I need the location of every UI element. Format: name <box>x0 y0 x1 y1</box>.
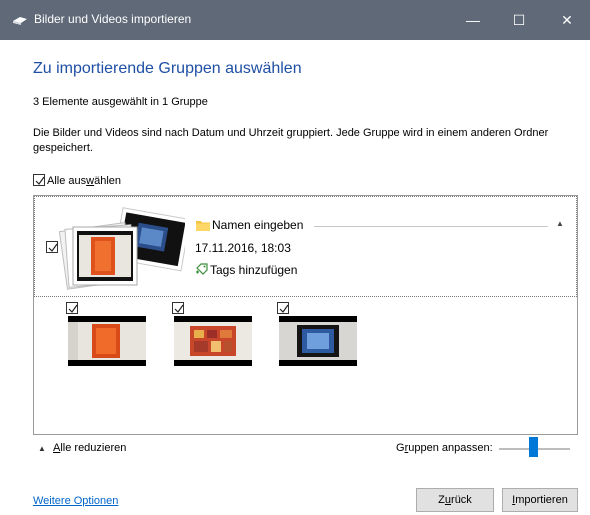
adjust-groups-label: Gruppen anpassen: <box>396 442 493 454</box>
checkmark-icon <box>68 304 78 313</box>
collapse-group-icon[interactable]: ▲ <box>556 219 564 228</box>
minimize-icon: — <box>466 12 480 28</box>
group-date: 17.11.2016, 18:03 <box>195 241 291 255</box>
group-thumbnail-stack[interactable] <box>55 205 185 295</box>
description-text: Die Bilder und Videos sind nach Datum un… <box>33 127 549 154</box>
add-tags-link[interactable]: Tags hinzufügen <box>210 263 297 277</box>
select-all-checkbox[interactable] <box>33 174 45 186</box>
import-button[interactable]: Importieren <box>502 488 578 512</box>
checkmark-icon <box>35 176 45 185</box>
select-all-label[interactable]: Alle auswählen <box>47 175 121 187</box>
page-title: Zu importierende Gruppen auswählen <box>33 60 302 77</box>
window-title: Bilder und Videos importieren <box>34 12 192 26</box>
patterned-art-thumbnail <box>174 322 252 360</box>
close-button[interactable]: ✕ <box>544 0 590 40</box>
orange-art-thumbnail <box>68 322 146 360</box>
blue-screen-thumbnail <box>279 322 357 360</box>
folder-icon <box>196 221 210 231</box>
close-icon: ✕ <box>561 12 573 28</box>
more-options-link[interactable]: Weitere Optionen <box>33 495 118 507</box>
item-thumbnail-patterned-art[interactable] <box>174 316 252 366</box>
import-app-icon <box>13 17 27 25</box>
tag-icon <box>196 263 208 275</box>
group-name-input[interactable]: Namen eingeben <box>212 218 303 232</box>
collapse-all-icon[interactable]: ▲ <box>38 444 46 453</box>
group-list-panel[interactable]: Namen eingeben ▲ 17.11.2016, 18:03 Tags … <box>33 195 578 435</box>
checkmark-icon <box>279 304 289 313</box>
maximize-button[interactable]: ☐ <box>496 0 542 40</box>
selection-summary: 3 Elemente ausgewählt in 1 Gruppe <box>33 96 208 108</box>
maximize-icon: ☐ <box>512 12 526 28</box>
checkmark-icon <box>174 304 184 313</box>
adjust-groups-slider-thumb[interactable] <box>529 437 538 457</box>
item-checkbox[interactable] <box>66 302 78 314</box>
back-button[interactable]: Zurück <box>416 488 494 512</box>
item-checkbox[interactable] <box>172 302 184 314</box>
title-bar: Bilder und Videos importieren — ☐ ✕ <box>0 0 590 40</box>
collapse-all-link[interactable]: Alle reduzieren <box>53 442 126 454</box>
item-thumbnail-blue-screen[interactable] <box>279 316 357 366</box>
group-divider <box>314 226 548 227</box>
group-row[interactable]: Namen eingeben ▲ 17.11.2016, 18:03 Tags … <box>34 196 577 297</box>
item-checkbox[interactable] <box>277 302 289 314</box>
minimize-button[interactable]: — <box>450 0 496 40</box>
item-thumbnail-orange-art[interactable] <box>68 316 146 366</box>
